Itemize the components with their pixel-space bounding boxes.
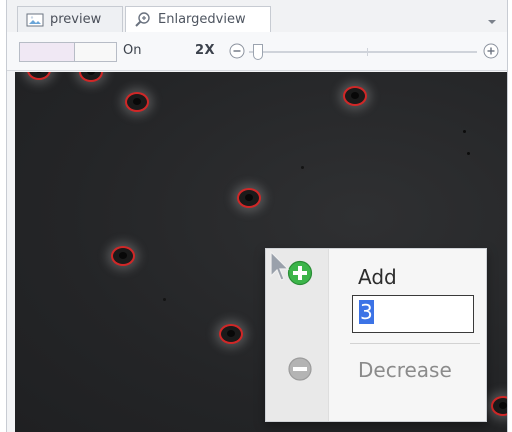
toggle-thumb[interactable] <box>74 43 116 61</box>
cell-marker[interactable] <box>81 72 101 80</box>
debris-dot <box>467 152 470 155</box>
tab-enlargedview-label: Enlargedview <box>158 12 246 27</box>
slider-tick <box>367 48 368 56</box>
image-icon <box>26 12 44 28</box>
minus-circle-icon <box>286 355 314 383</box>
tab-preview-label: preview <box>50 12 102 27</box>
debris-dot <box>301 166 304 169</box>
zoom-out-icon[interactable] <box>229 43 245 59</box>
on-off-toggle[interactable] <box>19 42 117 62</box>
context-menu: Add 3 Decrease <box>265 248 487 422</box>
enlarged-view-window: preview Enlargedview On 2X Add 3 Decreas… <box>6 0 508 432</box>
zoom-slider-track[interactable] <box>249 51 477 53</box>
chevron-down-icon[interactable] <box>487 12 497 24</box>
cell-marker[interactable] <box>493 398 507 414</box>
zoom-in-icon <box>134 11 152 28</box>
menu-separator <box>350 343 480 344</box>
debris-dot <box>463 130 466 133</box>
toolbar: On 2X <box>7 32 507 71</box>
cell-marker[interactable] <box>239 190 259 206</box>
zoom-slider[interactable] <box>227 43 503 63</box>
mouse-cursor-icon <box>269 250 291 284</box>
cell-marker[interactable] <box>113 248 133 264</box>
tab-bar: preview Enlargedview <box>7 0 507 33</box>
cell-marker[interactable] <box>127 94 147 110</box>
tab-enlargedview[interactable]: Enlargedview <box>125 6 271 32</box>
cell-marker[interactable] <box>29 72 49 78</box>
menu-item-decrease[interactable]: Decrease <box>266 349 486 387</box>
toggle-label: On <box>123 43 142 58</box>
add-count-input[interactable]: 3 <box>352 295 474 333</box>
menu-item-decrease-label: Decrease <box>358 358 452 382</box>
debris-dot <box>163 298 166 301</box>
zoom-in-icon[interactable] <box>483 43 499 59</box>
menu-item-add-label: Add <box>358 265 397 289</box>
zoom-slider-thumb[interactable] <box>253 44 263 60</box>
cell-marker[interactable] <box>221 326 241 342</box>
add-count-input-value: 3 <box>359 300 374 324</box>
zoom-level-label: 2X <box>195 43 216 58</box>
cell-marker[interactable] <box>345 88 365 104</box>
tab-preview[interactable]: preview <box>17 6 123 32</box>
